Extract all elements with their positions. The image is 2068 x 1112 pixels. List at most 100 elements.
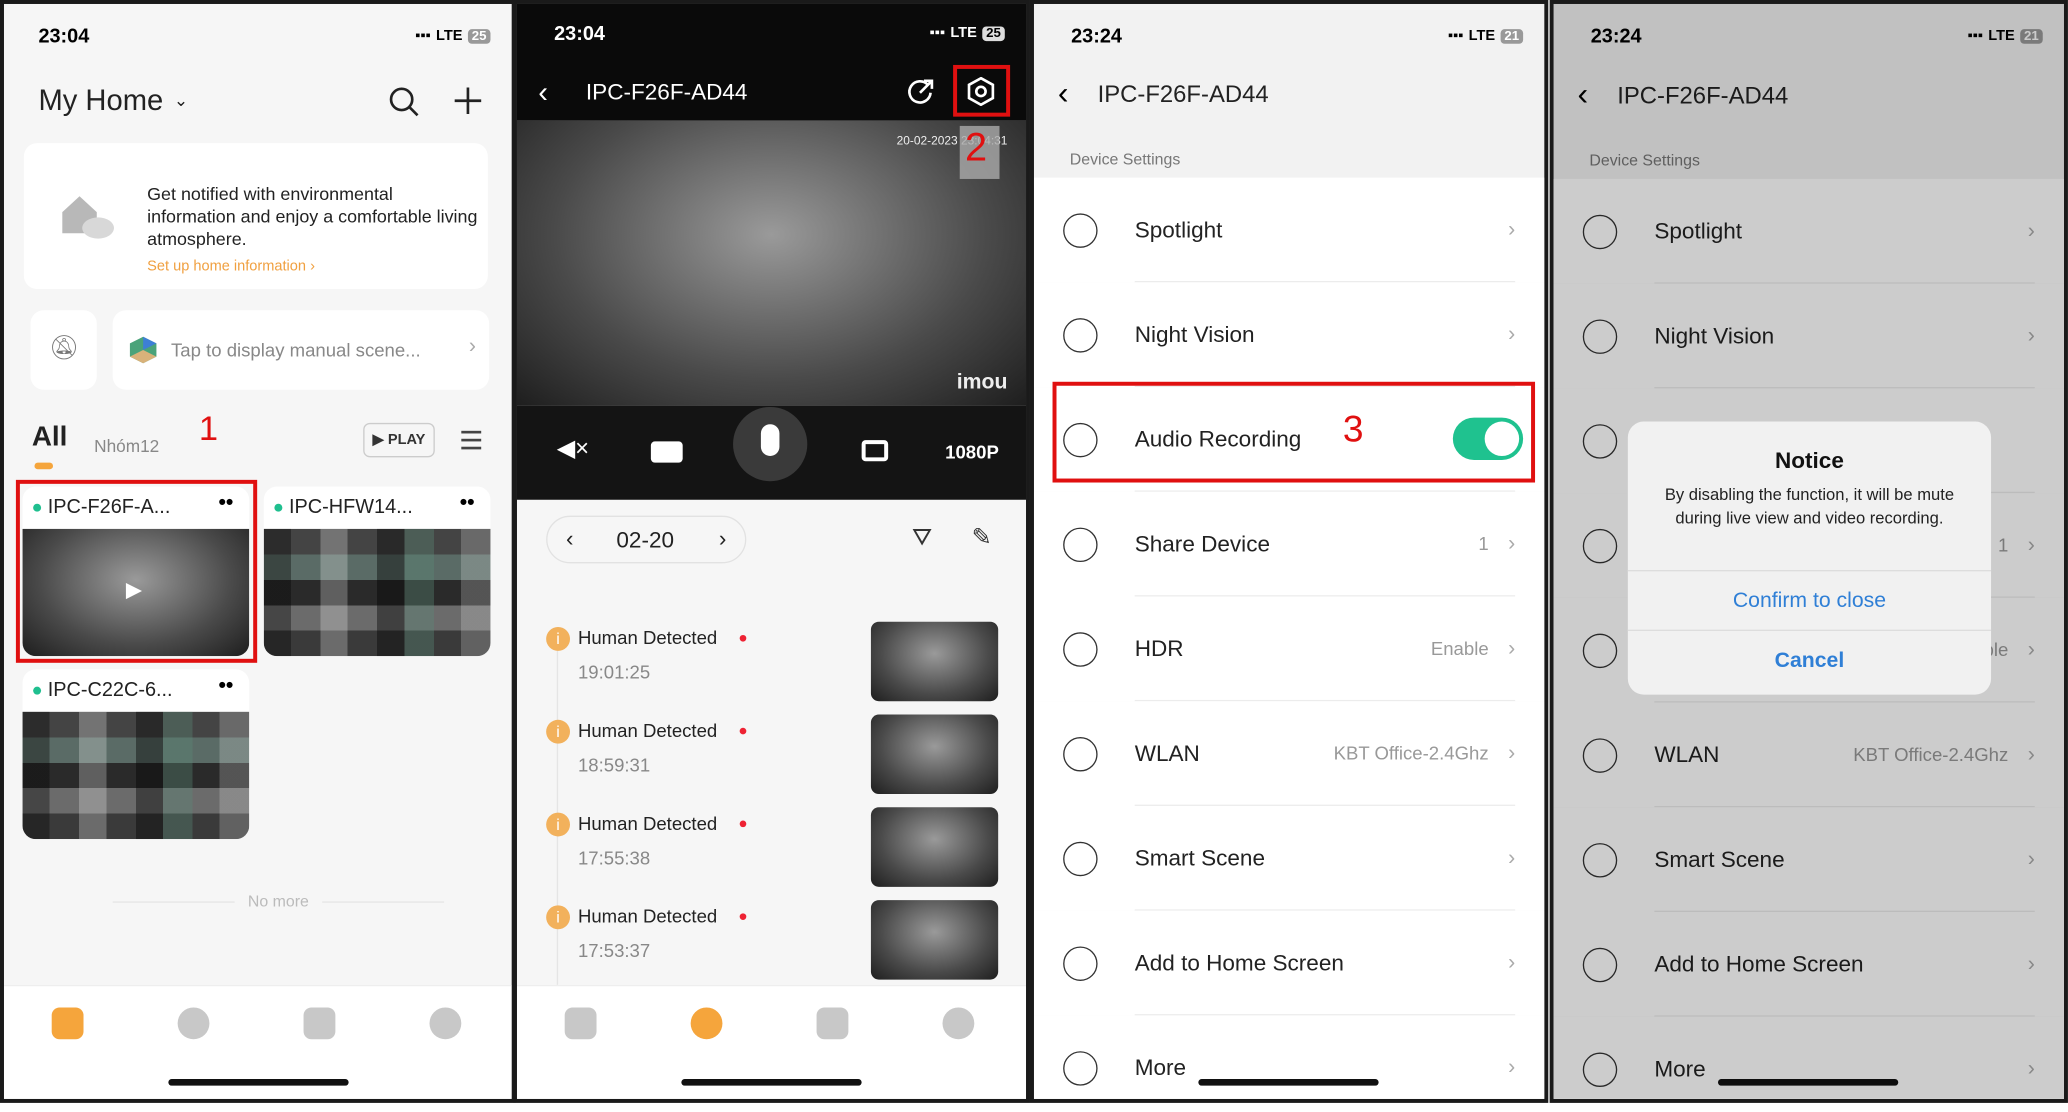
event-item[interactable]: i Human Detected 17:53:37 bbox=[517, 900, 1026, 993]
settings-row-label: More bbox=[1134, 1055, 1187, 1081]
back-button[interactable]: ‹ bbox=[538, 76, 548, 110]
bottom-nav bbox=[3, 984, 512, 1099]
settings-row-label: HDR bbox=[1134, 636, 1184, 662]
page-title: My Home bbox=[38, 83, 164, 117]
back-button[interactable]: ‹ bbox=[1058, 76, 1069, 113]
unread-dot bbox=[739, 727, 747, 735]
messages-icon[interactable] bbox=[303, 1007, 336, 1040]
tab-nhom12[interactable]: Nhóm12 bbox=[94, 436, 159, 456]
playback-icon[interactable] bbox=[564, 1007, 597, 1040]
step-marker: 1 bbox=[198, 408, 219, 449]
device-card-header: IPC-F26F-A... bbox=[33, 496, 170, 518]
live-controls: ◀× 1080P bbox=[516, 405, 1027, 500]
snapshot-icon[interactable] bbox=[861, 440, 889, 462]
settings-row[interactable]: WLAN KBT Office-2.4Ghz › bbox=[1033, 701, 1545, 806]
settings-row[interactable]: Spotlight › bbox=[1033, 177, 1545, 283]
bell-off-icon: 🔕︎ bbox=[49, 334, 80, 361]
list-icon[interactable] bbox=[816, 1007, 849, 1040]
event-item[interactable]: i Human Detected 19:01:25 bbox=[517, 621, 1026, 715]
list-menu-icon[interactable] bbox=[461, 430, 482, 450]
settings-row[interactable]: Night Vision › bbox=[1033, 282, 1545, 388]
event-title: Human Detected bbox=[577, 905, 718, 927]
more-options-icon[interactable]: •• bbox=[218, 675, 233, 699]
device-card[interactable]: IPC-F26F-A... •• ▶ bbox=[22, 486, 250, 657]
settings-row-label: Add to Home Screen bbox=[1134, 950, 1344, 976]
settings-row-value: 1 bbox=[1478, 532, 1489, 555]
signal-icon: ▪▪▪ bbox=[415, 27, 431, 44]
event-thumbnail[interactable] bbox=[870, 621, 999, 702]
device-name: IPC-HFW14... bbox=[288, 495, 413, 519]
profile-icon[interactable] bbox=[429, 1007, 462, 1040]
shield-icon[interactable] bbox=[942, 1007, 975, 1040]
home-selector[interactable]: My Home ⌄ bbox=[38, 84, 188, 118]
human-detected-icon: i bbox=[546, 627, 571, 651]
chevron-right-icon: › bbox=[1508, 951, 1516, 975]
night-vision-icon bbox=[1063, 318, 1098, 353]
messages-icon[interactable] bbox=[690, 1007, 723, 1040]
manual-scene-button[interactable]: Tap to display manual scene... › bbox=[112, 310, 490, 390]
battery-icon: 25 bbox=[467, 28, 491, 44]
edit-icon[interactable]: ✎ bbox=[972, 524, 992, 552]
scene-cube-icon bbox=[129, 336, 157, 364]
device-card[interactable]: IPC-HFW14... •• bbox=[263, 486, 491, 657]
settings-row[interactable]: HDR Enable › bbox=[1033, 596, 1545, 702]
settings-row[interactable]: Add to Home Screen › bbox=[1033, 910, 1545, 1016]
settings-row-label: Smart Scene bbox=[1134, 845, 1265, 871]
event-item[interactable]: i Human Detected 17:55:38 bbox=[517, 807, 1026, 900]
device-thumbnail[interactable]: ▶ bbox=[22, 528, 250, 657]
status-time: 23:04 bbox=[38, 25, 90, 48]
chevron-right-icon: › bbox=[1508, 847, 1516, 870]
confirm-close-button[interactable]: Confirm to close bbox=[1627, 570, 1992, 630]
resolution-button[interactable]: 1080P bbox=[945, 441, 999, 462]
filter-icon[interactable]: ⛛ bbox=[912, 524, 932, 552]
more-options-icon[interactable]: •• bbox=[218, 492, 233, 516]
event-time: 17:55:38 bbox=[577, 847, 651, 869]
record-video-icon[interactable] bbox=[650, 441, 683, 463]
tab-all[interactable]: All bbox=[32, 422, 68, 454]
settings-row-label: Night Vision bbox=[1134, 322, 1255, 348]
event-thumbnail[interactable] bbox=[870, 900, 999, 980]
status-bar: ▪▪▪ LTE 21 bbox=[1448, 28, 1524, 44]
battery-icon: 21 bbox=[1500, 28, 1524, 44]
home-info-card[interactable]: Get notified with environmental informat… bbox=[23, 143, 488, 289]
event-item[interactable]: i Human Detected 18:59:31 bbox=[517, 714, 1026, 807]
setup-home-link[interactable]: Set up home information › bbox=[147, 258, 315, 274]
more-icon bbox=[1063, 1051, 1098, 1086]
unread-dot bbox=[739, 634, 747, 642]
device-card[interactable]: IPC-C22C-6... •• bbox=[22, 669, 250, 840]
settings-row[interactable]: Share Device 1 › bbox=[1033, 491, 1545, 597]
add-icon[interactable] bbox=[453, 86, 482, 115]
device-thumbnail[interactable] bbox=[22, 711, 250, 840]
cancel-button[interactable]: Cancel bbox=[1627, 629, 1992, 690]
event-thumbnail[interactable] bbox=[870, 714, 999, 795]
unread-dot bbox=[739, 913, 747, 920]
device-card-header: IPC-HFW14... bbox=[274, 495, 413, 519]
play-icon: ▶ bbox=[372, 432, 384, 449]
home-icon[interactable] bbox=[51, 1007, 84, 1040]
talk-button[interactable] bbox=[733, 406, 808, 482]
step-marker: 3 bbox=[1342, 408, 1364, 450]
mute-icon[interactable]: ◀× bbox=[557, 435, 589, 463]
device-settings-dialog-screen: 23:24 ▪▪▪ LTE 21 ‹ IPC-F26F-AD44 Device Se… bbox=[1549, 0, 2068, 1103]
human-detected-icon: i bbox=[546, 812, 571, 837]
mute-notifications-button[interactable]: 🔕︎ bbox=[30, 310, 97, 390]
play-icon[interactable]: ▶ bbox=[126, 577, 142, 604]
highlight-box-3 bbox=[1052, 381, 1536, 483]
settings-row[interactable]: More › bbox=[1033, 1015, 1545, 1099]
date-picker[interactable]: ‹ 02-20 › bbox=[546, 515, 747, 564]
live-video-feed[interactable]: 20-02-2023 23:04:31 imou bbox=[516, 120, 1027, 406]
share-icon[interactable] bbox=[905, 78, 934, 107]
prev-date-button[interactable]: ‹ bbox=[566, 526, 574, 553]
chevron-right-icon: › bbox=[1508, 1056, 1516, 1080]
next-date-button[interactable]: › bbox=[719, 526, 727, 553]
play-button[interactable]: ▶ PLAY bbox=[363, 422, 435, 458]
search-icon[interactable] bbox=[388, 86, 420, 118]
device-title: IPC-F26F-AD44 bbox=[585, 79, 748, 105]
event-thumbnail[interactable] bbox=[870, 807, 999, 887]
settings-row[interactable]: Smart Scene › bbox=[1033, 805, 1545, 911]
more-options-icon[interactable]: •• bbox=[460, 492, 475, 516]
scene-icon[interactable] bbox=[177, 1007, 210, 1040]
wifi-icon bbox=[1063, 737, 1098, 772]
settings-gear-icon[interactable] bbox=[966, 76, 995, 107]
device-thumbnail[interactable] bbox=[263, 528, 491, 657]
